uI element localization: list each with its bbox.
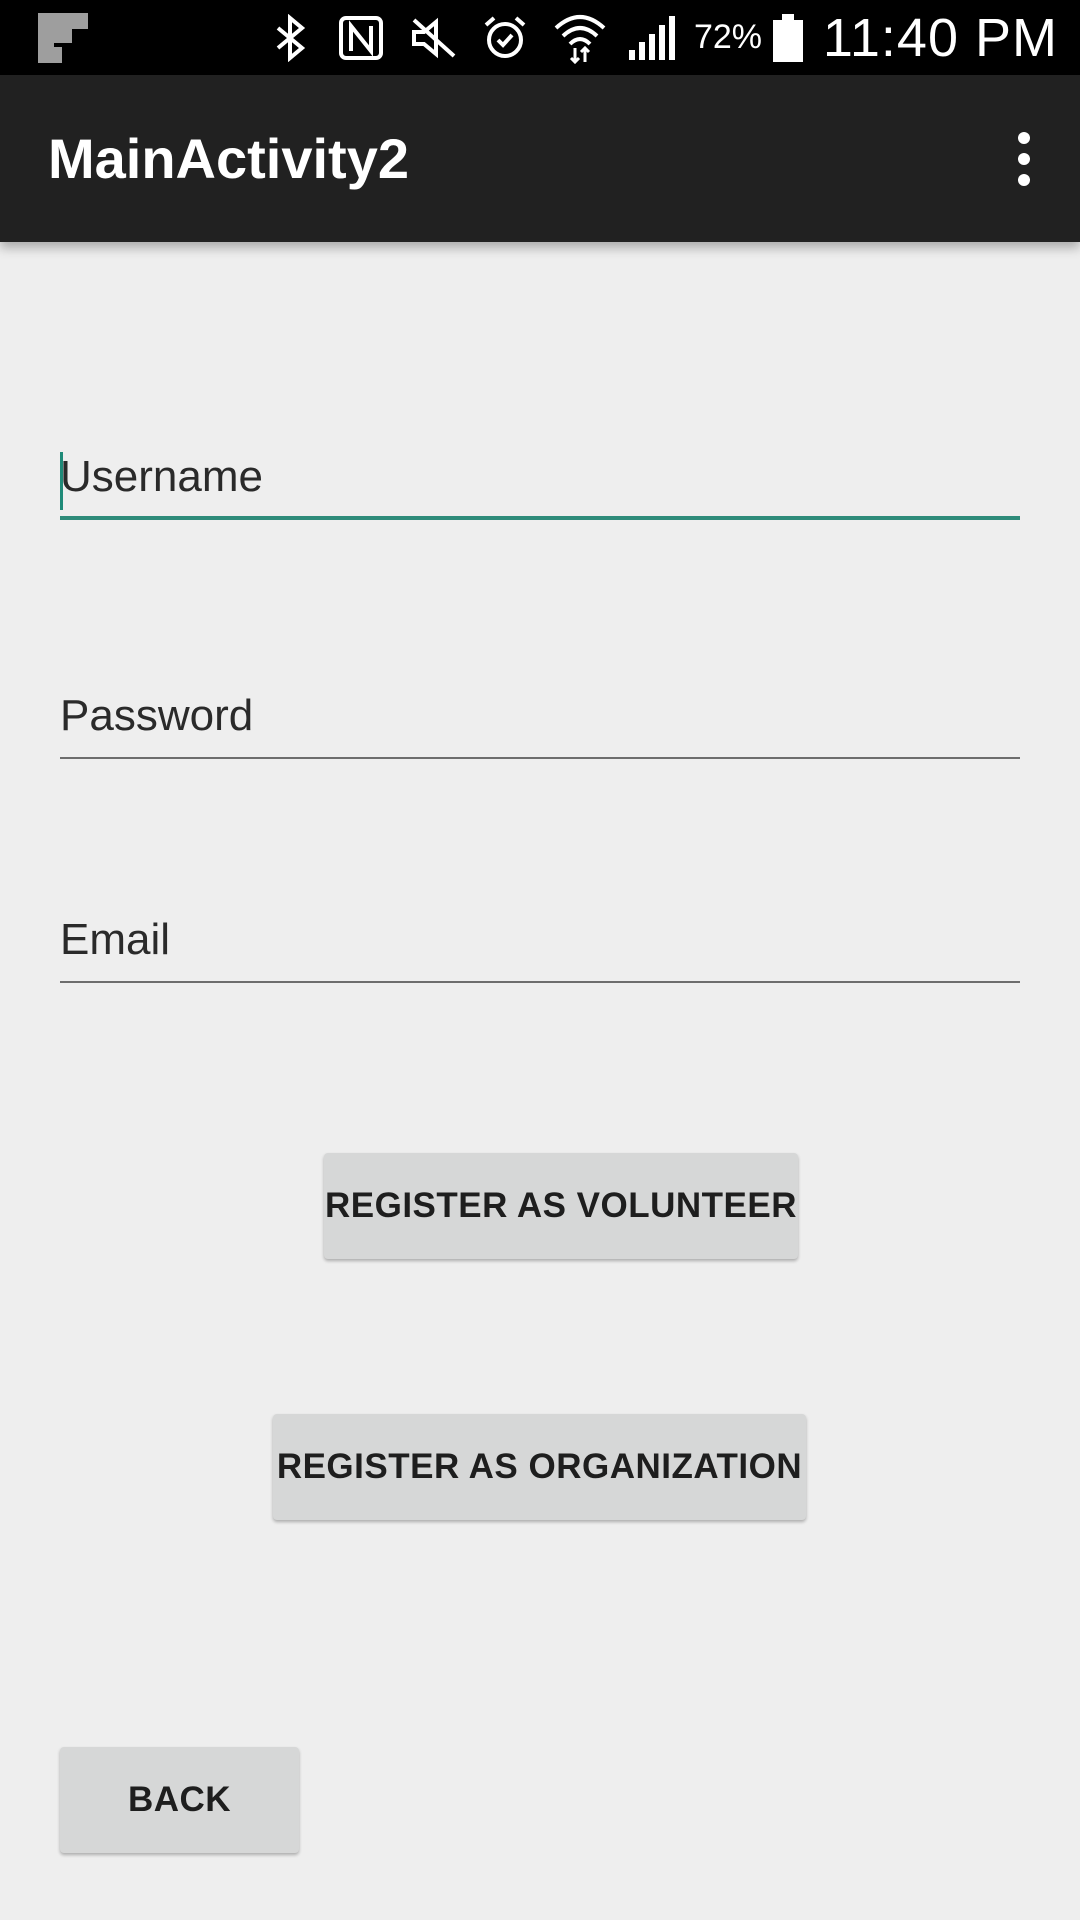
password-underline — [60, 757, 1020, 759]
app-bar: MainActivity2 — [0, 75, 1080, 242]
screen: 72% 11:40 PM MainActivity2 Username Emai… — [0, 0, 1080, 1920]
battery-percent: 72% — [693, 18, 763, 56]
signal-icon — [626, 0, 676, 75]
email-underline — [60, 981, 1020, 983]
username-input[interactable] — [60, 440, 1020, 514]
clock: 11:40 PM — [822, 7, 1058, 68]
register-organization-button[interactable]: REGISTER AS ORGANIZATION — [273, 1414, 806, 1520]
app-notification-icon — [36, 0, 90, 75]
nfc-icon — [336, 0, 386, 75]
register-volunteer-button[interactable]: REGISTER AS VOLUNTEER — [324, 1153, 798, 1259]
wifi-icon — [552, 0, 608, 75]
username-underline — [60, 516, 1020, 520]
bluetooth-icon — [268, 0, 312, 75]
battery-icon — [770, 0, 806, 75]
email-field-container — [60, 903, 1020, 983]
status-bar: 72% 11:40 PM — [0, 0, 1080, 75]
app-title: MainActivity2 — [48, 127, 409, 190]
password-field-container — [60, 679, 1020, 759]
email-input[interactable] — [60, 903, 1020, 977]
username-field-container — [60, 440, 1020, 520]
overflow-dot — [1018, 153, 1030, 165]
alarm-icon — [480, 0, 530, 75]
mute-icon — [408, 0, 460, 75]
overflow-dot — [1018, 132, 1030, 144]
password-input[interactable] — [60, 679, 1020, 753]
back-button[interactable]: BACK — [60, 1747, 299, 1853]
overflow-dot — [1018, 174, 1030, 186]
text-cursor — [60, 452, 63, 510]
more-vert-icon[interactable] — [992, 117, 1056, 201]
